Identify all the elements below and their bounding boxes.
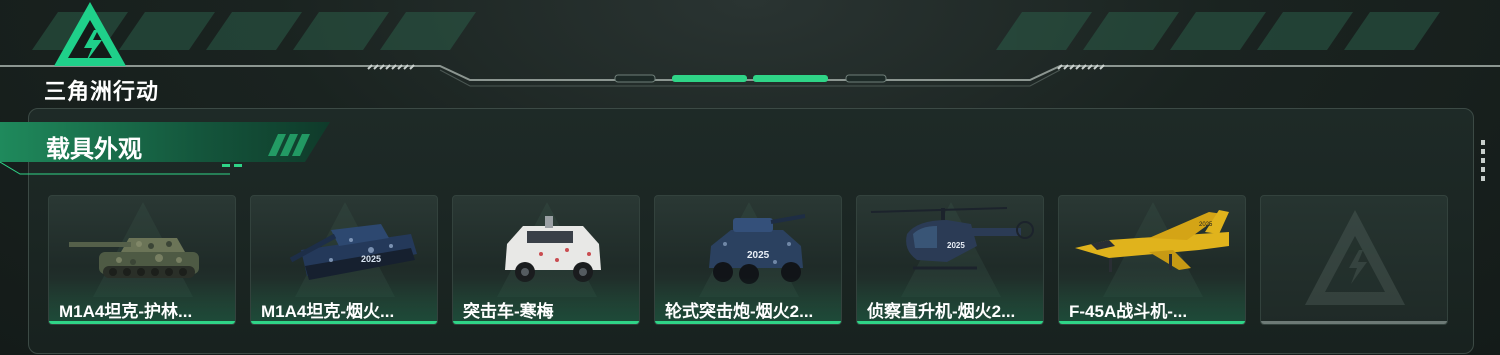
selection-underline (49, 321, 235, 324)
selection-underline (453, 321, 639, 324)
vehicle-skin-label: F-45A战斗机-... (1069, 302, 1188, 321)
vehicle-skin-label: 轮式突击炮-烟火2... (665, 302, 814, 321)
vehicle-skin-label: 突击车-寒梅 (463, 302, 554, 321)
svg-text:2025: 2025 (747, 250, 770, 261)
vehicle-skin-label: 侦察直升机-烟火2... (867, 302, 1016, 321)
vehicle-skin-card[interactable]: M1A4坦克-护林... (48, 195, 236, 325)
header-decoration (0, 12, 1500, 87)
vehicle-skin-card[interactable]: 2025 F-45A战斗机-... (1058, 195, 1246, 325)
vehicle-skin-label: M1A4坦克-烟火... (261, 302, 395, 321)
scroll-dots-icon[interactable] (1480, 140, 1486, 182)
placeholder-logo-icon (1305, 210, 1405, 305)
selection-underline (251, 321, 437, 324)
slot-underline (1261, 321, 1447, 324)
vehicle-skin-card[interactable]: 2025 轮式突击炮-烟火2... (654, 195, 842, 325)
svg-text:2025: 2025 (361, 254, 381, 264)
vehicle-skin-card[interactable]: 2025 M1A4坦克-烟火... (250, 195, 438, 325)
svg-text:2025: 2025 (1199, 222, 1213, 228)
vehicle-skin-card[interactable]: 2025 侦察直升机-烟火2... (856, 195, 1044, 325)
section-title: 载具外观 (46, 136, 142, 163)
selection-underline (1059, 321, 1245, 324)
empty-skin-slot[interactable] (1260, 195, 1448, 325)
game-logo-text: 三角洲行动 (44, 79, 160, 104)
svg-text:2025: 2025 (947, 241, 965, 250)
vehicle-skin-card[interactable]: 突击车-寒梅 (452, 195, 640, 325)
selection-underline (857, 321, 1043, 324)
selection-underline (655, 321, 841, 324)
vehicle-skin-label: M1A4坦克-护林... (59, 302, 193, 321)
